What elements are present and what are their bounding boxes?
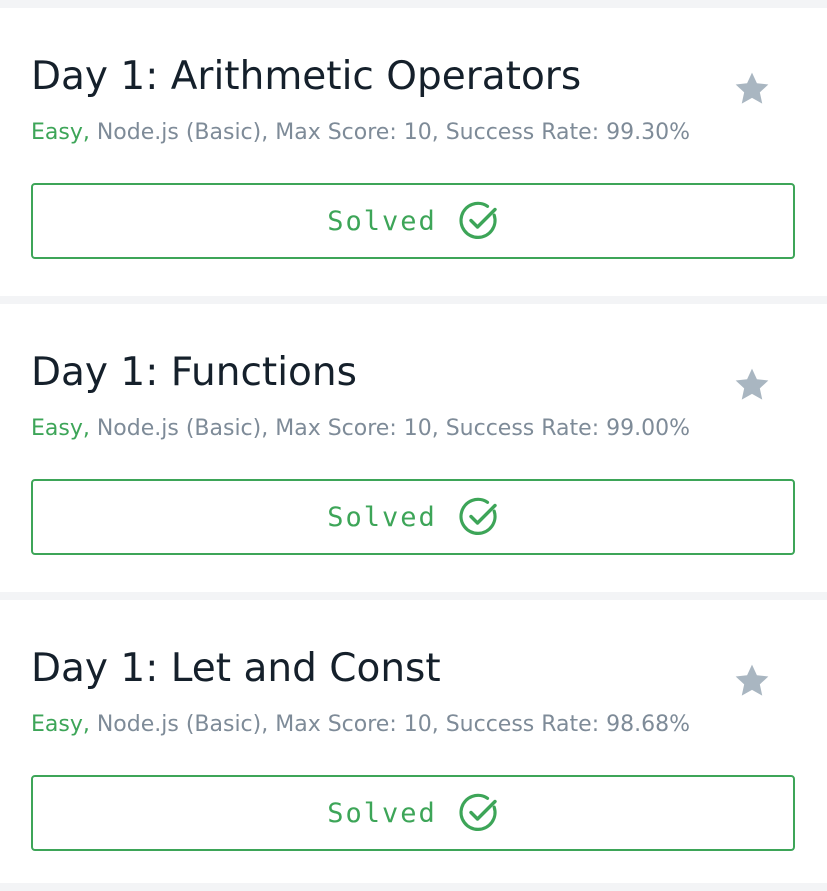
solved-label: Solved [327, 205, 437, 237]
solved-label: Solved [327, 501, 437, 533]
challenge-meta: Easy, Node.js (Basic), Max Score: 10, Su… [31, 119, 690, 147]
challenge-title[interactable]: Day 1: Arithmetic Operators [31, 53, 581, 101]
solved-button[interactable]: Solved [31, 479, 795, 555]
challenge-card[interactable]: Day 1: Functions Easy, Node.js (Basic), … [0, 304, 827, 592]
solved-button[interactable]: Solved [31, 183, 795, 259]
difficulty-label: Easy, [31, 416, 90, 441]
challenge-list: Day 1: Arithmetic Operators Easy, Node.j… [0, 0, 827, 891]
star-icon[interactable] [732, 661, 772, 701]
difficulty-label: Easy, [31, 120, 90, 145]
check-circle-icon [459, 793, 497, 831]
challenge-meta: Easy, Node.js (Basic), Max Score: 10, Su… [31, 711, 690, 739]
challenge-details: Node.js (Basic), Max Score: 10, Success … [89, 416, 690, 441]
check-circle-icon [459, 497, 497, 535]
solved-label: Solved [327, 797, 437, 829]
challenge-title[interactable]: Day 1: Functions [31, 349, 357, 397]
check-circle-icon [459, 201, 497, 239]
challenge-card[interactable]: Day 1: Let and Const Easy, Node.js (Basi… [0, 600, 827, 883]
solved-button[interactable]: Solved [31, 775, 795, 851]
difficulty-label: Easy, [31, 712, 90, 737]
star-icon[interactable] [732, 69, 772, 109]
challenge-meta: Easy, Node.js (Basic), Max Score: 10, Su… [31, 415, 690, 443]
challenge-details: Node.js (Basic), Max Score: 10, Success … [89, 712, 690, 737]
star-icon[interactable] [732, 365, 772, 405]
challenge-details: Node.js (Basic), Max Score: 10, Success … [89, 120, 690, 145]
challenge-title[interactable]: Day 1: Let and Const [31, 645, 441, 693]
challenge-card[interactable]: Day 1: Arithmetic Operators Easy, Node.j… [0, 8, 827, 296]
